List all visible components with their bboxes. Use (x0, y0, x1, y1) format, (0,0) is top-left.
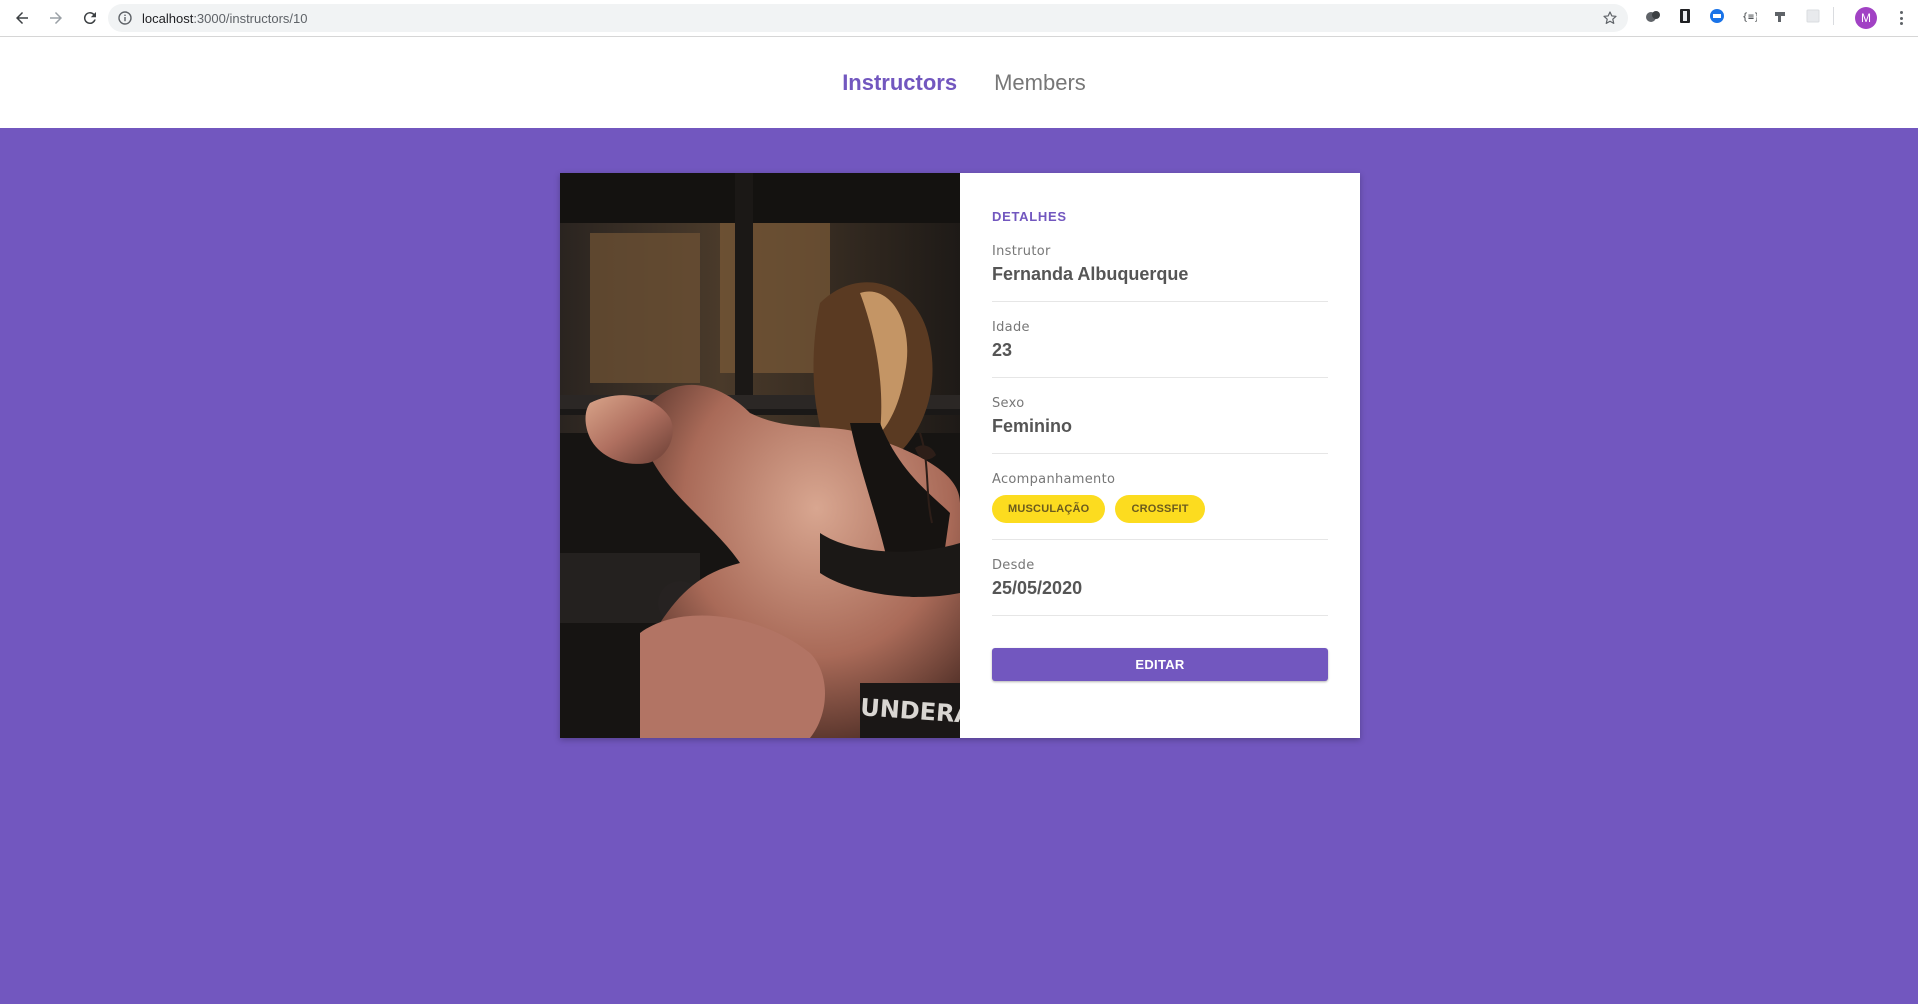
section-title: DETALHES (992, 209, 1067, 224)
field-gender: Sexo Feminino (992, 396, 1328, 454)
back-button[interactable] (6, 2, 38, 34)
bookmark-star-icon[interactable] (1602, 10, 1618, 26)
arrow-right-icon (50, 12, 62, 24)
field-label: Desde (992, 558, 1035, 573)
extension-icon[interactable] (1773, 8, 1789, 24)
extension-icon[interactable]: {≡} (1741, 8, 1757, 24)
field-label: Instrutor (992, 244, 1051, 259)
field-age: Idade 23 (992, 320, 1328, 378)
svg-text:{≡}: {≡} (1742, 12, 1757, 23)
field-value: Fernanda Albuquerque (992, 264, 1189, 284)
field-instructor: Instrutor Fernanda Albuquerque (992, 244, 1328, 302)
nav-link-instructors[interactable]: Instructors (842, 70, 957, 96)
url-path: :3000/instructors/10 (193, 10, 308, 26)
field-label: Sexo (992, 396, 1025, 411)
url-text: localhost:3000/instructors/10 (142, 11, 308, 26)
details-panel: DETALHES Instrutor Fernanda Albuquerque … (960, 173, 1360, 738)
field-since: Desde 25/05/2020 (992, 558, 1328, 616)
gym-photo-illustration: UNDERARM (560, 173, 960, 738)
field-value: 23 (992, 340, 1013, 360)
field-value: Feminino (992, 416, 1072, 436)
edit-button[interactable]: EDITAR (992, 648, 1328, 681)
profile-avatar[interactable]: M (1855, 7, 1877, 29)
arrow-left-icon (16, 12, 28, 24)
extension-icon[interactable] (1709, 8, 1725, 24)
toolbar-divider (1833, 7, 1834, 25)
service-tag: CROSSFIT (1115, 495, 1205, 523)
browser-toolbar: localhost:3000/instructors/10 {≡} M (0, 0, 1918, 37)
service-tags: MUSCULAÇÃO CROSSFIT (992, 495, 1328, 523)
menu-kebab-icon[interactable] (1892, 9, 1910, 27)
instructor-photo: UNDERARM (560, 173, 960, 738)
forward-button[interactable] (40, 2, 72, 34)
nav-link-members[interactable]: Members (994, 70, 1086, 96)
address-bar[interactable]: localhost:3000/instructors/10 (108, 4, 1628, 32)
info-icon[interactable] (118, 11, 132, 25)
field-label: Acompanhamento (992, 472, 1116, 487)
extension-icon[interactable] (1677, 8, 1693, 24)
reload-icon (83, 12, 96, 25)
field-services: Acompanhamento MUSCULAÇÃO CROSSFIT (992, 472, 1328, 540)
service-tag: MUSCULAÇÃO (992, 495, 1106, 523)
instructor-card: UNDERARM DETALHES Instrutor Fernanda Alb… (560, 173, 1360, 738)
url-host: localhost (142, 10, 194, 26)
app-header: Instructors Members (0, 37, 1918, 128)
main-nav: Instructors Members (842, 70, 1086, 96)
field-label: Idade (992, 320, 1030, 335)
extensions-bar: {≡} (1645, 7, 1846, 25)
field-value: 25/05/2020 (992, 578, 1083, 598)
extension-icon[interactable] (1645, 8, 1661, 24)
extension-icon[interactable] (1805, 8, 1821, 24)
reload-button[interactable] (74, 2, 106, 34)
